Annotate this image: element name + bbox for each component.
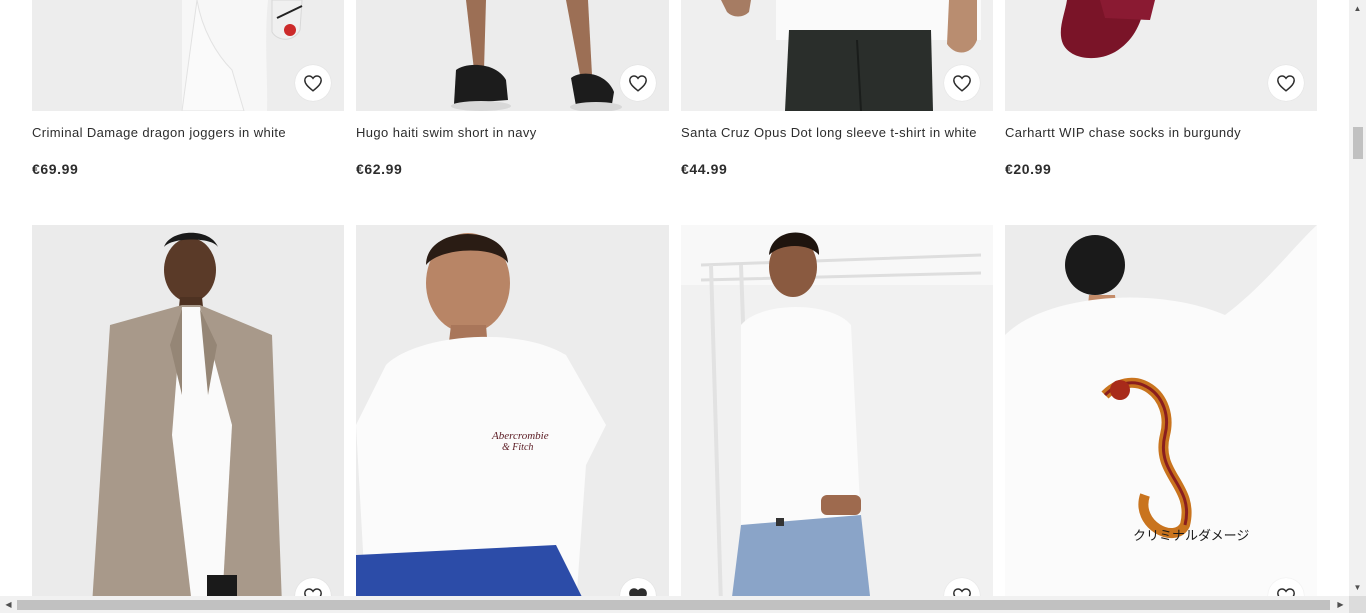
heart-icon	[629, 588, 647, 596]
heart-icon	[1277, 75, 1295, 92]
product-price: €69.99	[32, 161, 79, 177]
product-image[interactable]	[32, 225, 344, 596]
scroll-up-arrow-icon[interactable]: ▲	[1349, 0, 1366, 17]
vertical-scrollbar[interactable]: ▲ ▼	[1349, 0, 1366, 596]
product-card[interactable]: Santa Cruz Opus Dot long sleeve t-shirt …	[681, 0, 993, 177]
product-card[interactable]	[681, 225, 993, 596]
product-image[interactable]	[356, 0, 669, 111]
product-card[interactable]: Hugo haiti swim short in navy €62.99	[356, 0, 669, 177]
scroll-down-arrow-icon[interactable]: ▼	[1349, 579, 1366, 596]
heart-icon	[953, 588, 971, 596]
save-for-later-button[interactable]	[620, 65, 656, 101]
save-for-later-button[interactable]	[944, 65, 980, 101]
vertical-scroll-thumb[interactable]	[1353, 127, 1363, 159]
product-price: €62.99	[356, 161, 403, 177]
product-card[interactable]: Carhartt WIP chase socks in burgundy €20…	[1005, 0, 1317, 177]
scrollbar-corner	[1349, 596, 1366, 613]
product-title[interactable]: Santa Cruz Opus Dot long sleeve t-shirt …	[681, 125, 993, 161]
horizontal-scroll-thumb[interactable]	[17, 600, 1330, 610]
scroll-left-arrow-icon[interactable]: ◀	[0, 596, 17, 613]
heart-icon	[629, 75, 647, 92]
product-grid-viewport: Criminal Damage dragon joggers in white …	[0, 0, 1349, 596]
product-image[interactable]	[32, 0, 344, 111]
heart-icon	[304, 75, 322, 92]
product-title[interactable]: Carhartt WIP chase socks in burgundy	[1005, 125, 1317, 161]
product-title[interactable]: Hugo haiti swim short in navy	[356, 125, 669, 161]
hoodie-print-text: クリミナルダメージ	[1133, 529, 1249, 544]
product-card[interactable]: Abercrombie & Fitch	[356, 225, 669, 596]
product-image[interactable]: Abercrombie & Fitch	[356, 225, 669, 596]
product-card[interactable]	[32, 225, 344, 596]
product-card[interactable]: クリミナルダメージ	[1005, 225, 1317, 596]
svg-text:& Fitch: & Fitch	[502, 442, 533, 453]
product-row-2: Abercrombie & Fitch クリミナルダメージ	[32, 225, 1317, 596]
scroll-right-arrow-icon[interactable]: ▶	[1332, 596, 1349, 613]
heart-icon	[304, 588, 322, 596]
save-for-later-button[interactable]	[1268, 65, 1304, 101]
product-row-1: Criminal Damage dragon joggers in white …	[32, 0, 1317, 177]
heart-icon	[1277, 588, 1295, 596]
product-image[interactable]: クリミナルダメージ	[1005, 225, 1317, 596]
product-card[interactable]: Criminal Damage dragon joggers in white …	[32, 0, 344, 177]
save-for-later-button[interactable]	[295, 65, 331, 101]
product-title[interactable]: Criminal Damage dragon joggers in white	[32, 125, 344, 161]
product-price: €44.99	[681, 161, 728, 177]
product-image[interactable]	[1005, 0, 1317, 111]
horizontal-scrollbar[interactable]: ◀ ▶	[0, 596, 1349, 613]
heart-icon	[953, 75, 971, 92]
product-price: €20.99	[1005, 161, 1052, 177]
product-image[interactable]	[681, 225, 993, 596]
tshirt-print-text: Abercrombie	[491, 430, 549, 442]
product-image[interactable]	[681, 0, 993, 111]
